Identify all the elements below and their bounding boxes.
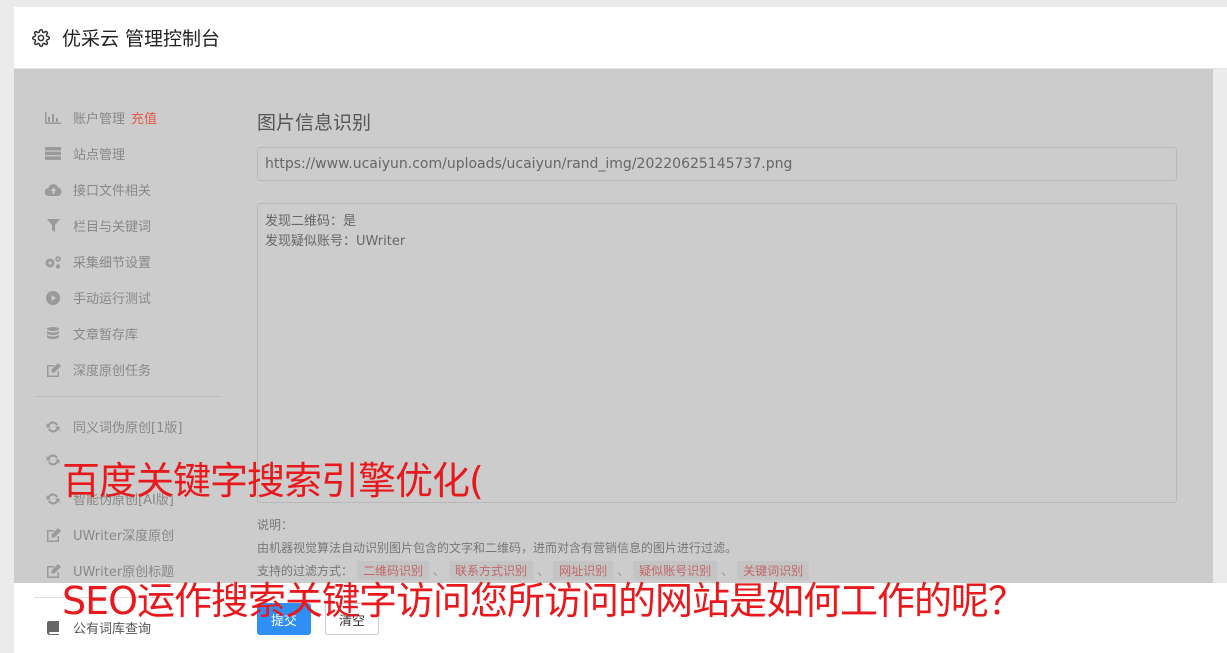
filter-icon	[44, 219, 62, 233]
result-line: 发现疑似账号：UWriter	[265, 234, 406, 249]
sidebar-item-synonym-v1[interactable]: 同义词伪原创[1版]	[44, 417, 182, 436]
app-header: 优采云 管理控制台	[14, 7, 1227, 69]
cogs-icon	[44, 255, 62, 269]
result-line: 发现二维码：是	[265, 214, 357, 229]
play-circle-icon	[44, 290, 62, 305]
sidebar-item-label: UWriter深度原创	[73, 529, 175, 544]
description-label: 说明：	[257, 518, 294, 532]
sidebar-item-collect-settings[interactable]: 采集细节设置	[44, 252, 151, 271]
sidebar-item-uwriter-deep[interactable]: UWriter深度原创	[44, 525, 174, 544]
caption-line-2: SEO运作搜索关键字访问您所访问的网站是如何工作的呢？	[62, 579, 1026, 623]
sidebar-item-label: 手动运行测试	[73, 292, 152, 307]
refresh-icon	[44, 453, 62, 467]
sidebar-item-deep-original[interactable]: 深度原创任务	[44, 360, 151, 379]
image-url-input[interactable]	[257, 147, 1177, 181]
database-icon	[44, 326, 62, 341]
page-title: 优采云 管理控制台	[62, 28, 221, 50]
recharge-link[interactable]: 充值	[131, 108, 157, 127]
cloud-upload-icon	[44, 183, 62, 197]
sidebar-item-label: 栏目与关键词	[73, 220, 152, 235]
sidebar-item-label: 账户管理	[73, 112, 126, 127]
panel-title: 图片信息识别	[257, 112, 372, 134]
sidebar-item-article-store[interactable]: 文章暂存库	[44, 324, 138, 343]
sidebar-item-label: 接口文件相关	[73, 184, 152, 199]
sidebar-item-label: 同义词伪原创[1版]	[73, 421, 183, 436]
sidebar-item-label: 采集细节设置	[73, 256, 152, 271]
bar-chart-icon	[44, 111, 62, 125]
sidebar-divider	[34, 396, 222, 397]
edit-icon	[44, 362, 62, 377]
sidebar-item-api-files[interactable]: 接口文件相关	[44, 180, 151, 199]
edit-icon	[44, 563, 62, 578]
edit-icon	[44, 527, 62, 542]
sidebar-item-label: 站点管理	[73, 148, 126, 163]
server-icon	[44, 147, 62, 161]
sidebar-item-label: 深度原创任务	[73, 364, 152, 379]
gear-icon	[32, 28, 52, 48]
description-text: 由机器视觉算法自动识别图片包含的文字和二维码，进而对含有营销信息的图片进行过滤。	[257, 541, 738, 555]
sidebar-item-label: 文章暂存库	[73, 328, 139, 343]
book-icon	[44, 620, 62, 635]
sidebar-item-account[interactable]: 账户管理 充值	[44, 108, 157, 127]
sidebar-item-sites[interactable]: 站点管理	[44, 144, 125, 163]
sidebar-item-manual-run[interactable]: 手动运行测试	[44, 288, 151, 307]
refresh-icon	[44, 420, 62, 434]
refresh-icon	[44, 492, 62, 506]
caption-line-1: 百度关键字搜索引擎优化(	[62, 459, 484, 503]
sidebar-item-columns-keywords[interactable]: 栏目与关键词	[44, 216, 151, 235]
